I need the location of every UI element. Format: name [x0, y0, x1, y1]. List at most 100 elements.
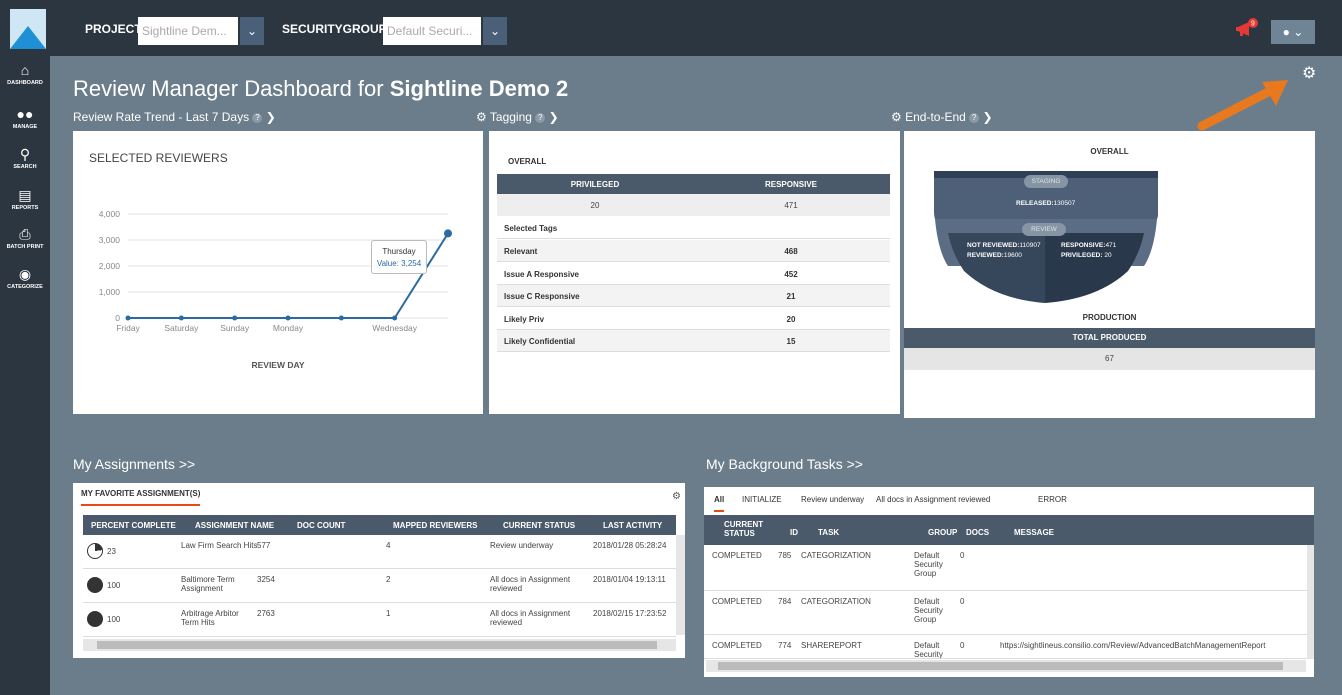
- securitygroup-select[interactable]: Default Securi...: [383, 17, 481, 45]
- tagging-section-title[interactable]: ⚙ Tagging ? ❯: [476, 110, 559, 124]
- col-percent-complete[interactable]: PERCENT COMPLETE: [91, 521, 176, 530]
- released-label: RELEASED:: [1016, 200, 1054, 207]
- tag-row[interactable]: Issue C Responsive 21: [497, 285, 890, 307]
- my-assignments-link[interactable]: My Assignments >>: [73, 456, 195, 472]
- chevron-right-icon[interactable]: ❯: [266, 110, 276, 124]
- review-rate-section-title[interactable]: Review Rate Trend - Last 7 Days ? ❯: [73, 110, 276, 124]
- assignment-name: Arbitrage Arbitor Term Hits: [181, 609, 239, 627]
- project-select[interactable]: Sightline Dem...: [138, 17, 238, 45]
- user-menu-button[interactable]: ● ⌄: [1271, 20, 1315, 44]
- tagging-label: Tagging: [489, 110, 532, 124]
- not-reviewed-text: NOT REVIEWED:110907: [967, 242, 1041, 249]
- sidebar-item-dashboard[interactable]: ⌂ DASHBOARD: [0, 62, 50, 86]
- my-background-tasks-link[interactable]: My Background Tasks >>: [706, 456, 863, 472]
- chevron-right-icon[interactable]: ❯: [983, 110, 993, 124]
- sidebar-item-manage[interactable]: ●● MANAGE: [0, 106, 50, 130]
- sidebar-item-batch-print[interactable]: ⎙ BATCH PRINT: [0, 226, 50, 250]
- col-id[interactable]: ID: [790, 528, 798, 537]
- help-icon[interactable]: ?: [252, 112, 263, 123]
- col-docs[interactable]: DOCS: [966, 528, 989, 537]
- tab-review-underway[interactable]: Review underway: [801, 495, 864, 504]
- assignments-horizontal-scrollbar[interactable]: [83, 639, 676, 651]
- gear-icon[interactable]: ⚙: [1302, 63, 1316, 83]
- review-rate-chart-panel: SELECTED REVIEWERS 0 1,000 2,000 3,000 4,000…: [73, 131, 483, 414]
- task-status: COMPLETED: [712, 641, 762, 650]
- tooltip-value: Value: 3,254: [376, 259, 422, 268]
- data-point: [178, 315, 184, 321]
- background-horizontal-scrollbar[interactable]: [706, 660, 1306, 672]
- tab-favorite-assignments[interactable]: MY FAVORITE ASSIGNMENT(S): [81, 489, 201, 506]
- col-doc-count[interactable]: DOC COUNT: [297, 521, 345, 530]
- scrollbar-thumb[interactable]: [97, 641, 657, 649]
- col-current-status[interactable]: CURRENT STATUS: [503, 521, 575, 530]
- col-task[interactable]: TASK: [818, 528, 839, 537]
- col-group[interactable]: GROUP: [928, 528, 957, 537]
- sidebar-item-reports[interactable]: ▤ REPORTS: [0, 187, 50, 211]
- data-point: [392, 315, 398, 321]
- task-id: 784: [778, 597, 792, 606]
- percent-pie-icon: [87, 611, 103, 627]
- task-message: https://sightlineus.consilio.com/Review/…: [1000, 641, 1266, 650]
- tag-row[interactable]: Relevant 468: [497, 240, 890, 262]
- x-tick-label: Monday: [273, 323, 304, 333]
- tab-error[interactable]: ERROR: [1038, 495, 1067, 504]
- col-mapped-reviewers[interactable]: MAPPED REVIEWERS: [393, 521, 477, 530]
- task-name: CATEGORIZATION: [801, 597, 871, 606]
- eye-icon: ◉: [18, 266, 32, 282]
- tag-row[interactable]: Issue A Responsive 452: [497, 263, 890, 285]
- task-status: COMPLETED: [712, 551, 762, 560]
- background-task-row[interactable]: COMPLETED 774 SHAREREPORT Default Securi…: [704, 635, 1307, 659]
- gear-icon[interactable]: ⚙: [476, 110, 487, 124]
- background-task-row[interactable]: COMPLETED 784 CATEGORIZATION Default Sec…: [704, 591, 1307, 635]
- end-to-end-label: End-to-End: [905, 110, 966, 124]
- percent-pie-icon: [87, 577, 103, 593]
- scrollbar-thumb[interactable]: [718, 662, 1283, 670]
- background-vertical-scrollbar[interactable]: [1307, 545, 1314, 659]
- responsive-text: RESPONSIVE:471: [1061, 242, 1116, 249]
- last-activity: 2018/02/15 17:23:52: [593, 609, 667, 618]
- col-assignment-name[interactable]: ASSIGNMENT NAME: [195, 521, 274, 530]
- tab-all-docs-reviewed[interactable]: All docs in Assignment reviewed: [876, 495, 990, 504]
- privileged-value: 20: [590, 201, 600, 210]
- responsive-header: RESPONSIVE: [764, 180, 817, 189]
- tagging-overall-values: 20 471: [497, 194, 890, 216]
- project-chevron-down-icon[interactable]: ⌄: [240, 17, 264, 45]
- tab-all[interactable]: All: [714, 495, 725, 512]
- task-status: COMPLETED: [712, 597, 762, 606]
- data-point: [285, 315, 291, 321]
- assignment-row[interactable]: 100 Arbitrage Arbitor Term Hits 2763 1 A…: [83, 603, 676, 637]
- gear-icon[interactable]: ⚙: [672, 491, 681, 502]
- task-docs: 0: [960, 597, 965, 606]
- chevron-right-icon[interactable]: ❯: [549, 110, 559, 124]
- megaphone-icon[interactable]: 9: [1235, 18, 1259, 40]
- securitygroup-chevron-down-icon[interactable]: ⌄: [483, 17, 507, 45]
- data-point: [232, 315, 238, 321]
- task-id: 774: [778, 641, 792, 650]
- assignment-row[interactable]: 100 Baltimore Term Assignment 3254 2 All…: [83, 569, 676, 603]
- task-group: Default Security Group: [914, 597, 943, 624]
- assignments-vertical-scrollbar[interactable]: [676, 535, 685, 635]
- assignment-row[interactable]: 23 Law Firm Search Hits 577 4 Review und…: [83, 535, 676, 569]
- help-icon[interactable]: ?: [535, 112, 546, 123]
- gear-icon[interactable]: ⚙: [891, 110, 902, 124]
- staging-pill: STAGING: [1024, 175, 1068, 188]
- data-point: [444, 229, 452, 238]
- sidebar-item-categorize[interactable]: ◉ CATEGORIZE: [0, 266, 50, 290]
- col-last-activity[interactable]: LAST ACTIVITY: [603, 521, 662, 530]
- help-icon[interactable]: ?: [969, 112, 980, 123]
- tag-row[interactable]: Likely Priv 20: [497, 308, 890, 330]
- sidebar-item-label: CATEGORIZE: [7, 284, 43, 290]
- y-tick-label: 4,000: [99, 209, 121, 219]
- end-to-end-panel: OVERALL STAGING RELEASED:130507 REVIEW N…: [904, 131, 1315, 418]
- col-message[interactable]: MESSAGE: [1014, 528, 1054, 537]
- e2e-responsive-value: 471: [1105, 242, 1117, 249]
- current-status: All docs in Assignment reviewed: [490, 609, 571, 627]
- col-current-status[interactable]: CURRENT STATUS: [724, 520, 768, 538]
- end-to-end-section-title[interactable]: ⚙ End-to-End ? ❯: [891, 110, 993, 124]
- background-task-row[interactable]: COMPLETED 785 CATEGORIZATION Default Sec…: [704, 545, 1307, 591]
- tag-row[interactable]: Likely Confidential 15: [497, 330, 890, 352]
- tab-initialize[interactable]: INITIALIZE: [742, 495, 782, 504]
- sidebar-item-search[interactable]: ⚲ SEARCH: [0, 146, 50, 170]
- tag-name: Issue A Responsive: [504, 270, 579, 279]
- users-icon: ●●: [16, 106, 34, 122]
